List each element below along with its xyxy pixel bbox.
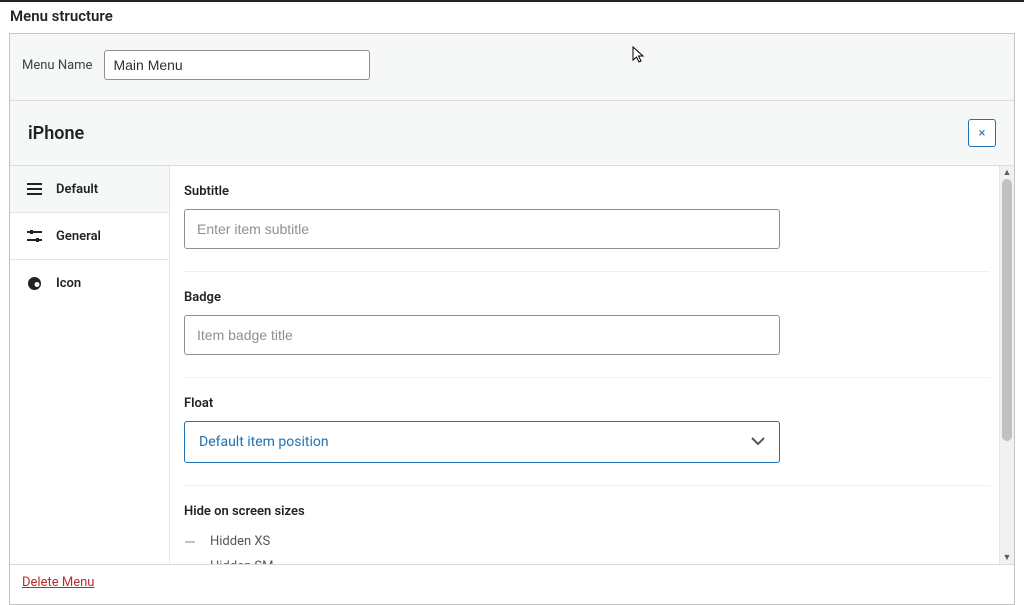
scroll-down-icon: ▼ — [1000, 551, 1014, 564]
chevron-down-icon — [751, 435, 765, 450]
menu-name-input[interactable] — [104, 50, 370, 80]
hide-option-label: Hidden SM — [210, 559, 273, 564]
hamburger-icon — [26, 181, 42, 197]
tab-icon[interactable]: Icon — [10, 260, 169, 307]
page-title: Menu structure — [0, 2, 1024, 33]
scrollbar-thumb[interactable] — [1002, 179, 1012, 441]
tab-label: Icon — [56, 276, 81, 291]
delete-menu-link[interactable]: Delete Menu — [22, 575, 94, 590]
subtitle-label: Subtitle — [184, 184, 990, 199]
panel-footer: Delete Menu — [10, 564, 1014, 604]
float-label: Float — [184, 396, 990, 411]
menu-panel: Menu Name iPhone × Default General — [9, 33, 1015, 605]
hide-option-xs[interactable]: — Hidden XS — [184, 529, 990, 554]
field-badge: Badge — [184, 271, 990, 355]
palette-icon — [26, 276, 42, 292]
scrollbar[interactable]: ▲ ▼ — [999, 166, 1014, 564]
hide-option-sm[interactable]: — Hidden SM — [184, 554, 990, 564]
sliders-icon — [26, 228, 42, 244]
item-title: iPhone — [28, 123, 84, 144]
hide-options-list: — Hidden XS — Hidden SM — Hidden MD — [184, 529, 990, 564]
float-select[interactable]: Default item position — [184, 421, 780, 463]
hide-option-label: Hidden XS — [210, 534, 270, 549]
badge-label: Badge — [184, 290, 990, 305]
tabs-column: Default General Icon — [10, 166, 170, 564]
menu-name-label: Menu Name — [22, 58, 92, 73]
badge-input[interactable] — [184, 315, 780, 355]
scroll-up-icon: ▲ — [1000, 166, 1014, 179]
menu-name-row: Menu Name — [10, 34, 1014, 101]
toggle-off-icon: — — [184, 558, 198, 565]
item-header: iPhone × — [10, 101, 1014, 166]
close-icon: × — [979, 127, 986, 140]
tab-general[interactable]: General — [10, 213, 169, 260]
tab-default[interactable]: Default — [10, 166, 169, 213]
tab-label: General — [56, 229, 101, 244]
tab-label: Default — [56, 182, 98, 197]
field-subtitle: Subtitle — [184, 184, 990, 249]
field-float: Float Default item position — [184, 377, 990, 463]
field-hide: Hide on screen sizes — Hidden XS — Hidde… — [184, 485, 990, 564]
subtitle-input[interactable] — [184, 209, 780, 249]
item-body: Default General Icon Subtitle Ba — [10, 166, 1014, 564]
toggle-off-icon: — — [184, 533, 198, 551]
settings-content: Subtitle Badge Float Default item positi… — [170, 166, 1014, 564]
float-selected-value: Default item position — [199, 434, 329, 450]
close-button[interactable]: × — [968, 119, 996, 147]
hide-label: Hide on screen sizes — [184, 504, 990, 519]
